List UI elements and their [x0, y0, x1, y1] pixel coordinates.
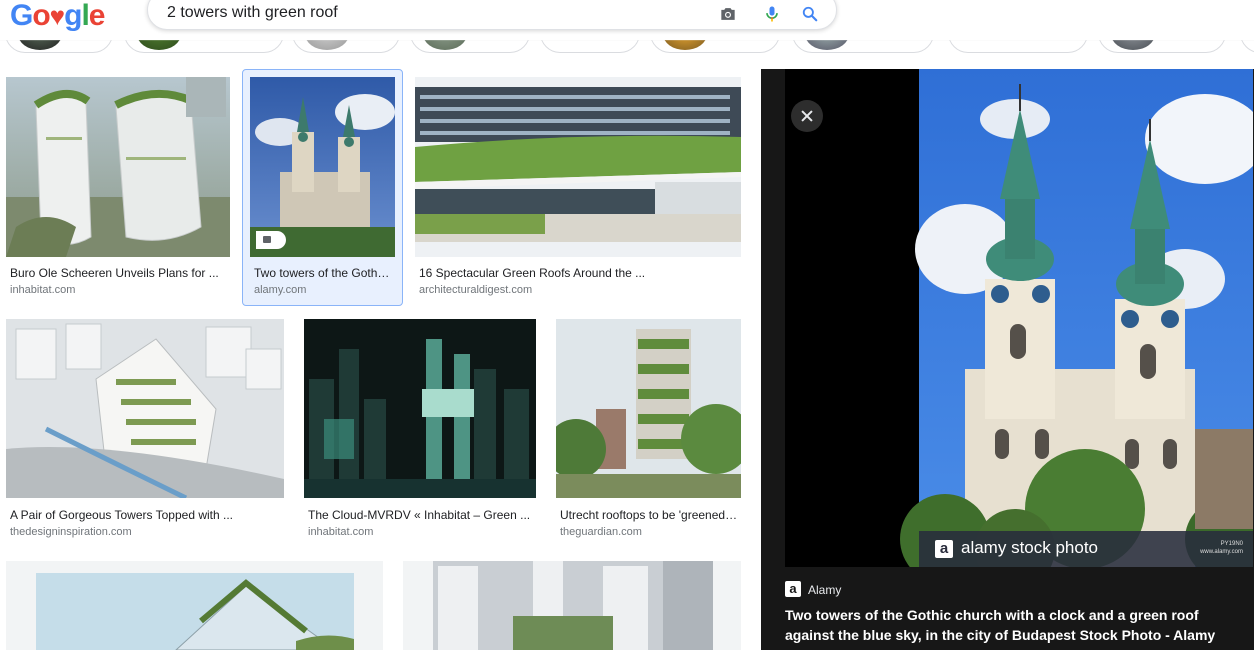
close-preview-button[interactable] [791, 100, 823, 132]
google-logo[interactable]: Go♥gle [10, 0, 106, 34]
preview-image[interactable]: a alamy stock photo PY19N0 www.alamy.com [785, 69, 1253, 567]
result-source[interactable]: alamy.com [254, 284, 306, 296]
result-title[interactable]: The Cloud-MVRDV « Inhabitat – Green ... [308, 508, 534, 522]
logo-letter: G [10, 0, 33, 32]
result-tile[interactable]: Buro Ole Scheeren Unveils Plans for ... … [6, 77, 230, 302]
result-source[interactable]: inhabitat.com [10, 284, 75, 296]
result-title[interactable]: Utrecht rooftops to be 'greened' with ..… [560, 508, 738, 522]
result-tile[interactable]: The Cloud-MVRDV « Inhabitat – Green ... … [304, 319, 536, 544]
result-image[interactable] [556, 319, 741, 498]
logo-letter: e [88, 0, 106, 32]
image-badge-icon [256, 231, 286, 249]
result-title[interactable]: A Pair of Gorgeous Towers Topped with ..… [10, 508, 250, 522]
result-source[interactable]: inhabitat.com [308, 526, 373, 538]
result-tile[interactable]: Utrecht rooftops to be 'greened' with ..… [556, 319, 741, 544]
result-image[interactable] [6, 319, 284, 498]
search-input[interactable] [167, 1, 707, 25]
heart-icon: ♥ [49, 1, 65, 31]
google-images-page: Go♥gle 2 towers with green roof Buro Ole… [0, 0, 1254, 650]
result-source[interactable]: thedesigninspiration.com [10, 526, 132, 538]
search-box [147, 0, 837, 30]
camera-icon[interactable] [718, 4, 738, 24]
result-tile[interactable] [6, 561, 383, 650]
watermark-url: www.alamy.com [1200, 549, 1243, 555]
result-title[interactable]: Buro Ole Scheeren Unveils Plans for ... [10, 266, 226, 280]
watermark-meta: PY19N0 www.alamy.com [1200, 540, 1243, 556]
result-title[interactable]: Two towers of the Gothic church with a c… [254, 266, 392, 280]
result-source[interactable]: architecturaldigest.com [419, 284, 532, 296]
result-tile[interactable]: 16 Spectacular Green Roofs Around the ..… [415, 77, 741, 302]
logo-letter: g [64, 0, 82, 32]
watermark-text: alamy stock photo [961, 538, 1099, 557]
result-source[interactable]: theguardian.com [560, 526, 642, 538]
image-preview-panel: a alamy stock photo PY19N0 www.alamy.com… [761, 69, 1254, 650]
result-image[interactable] [415, 77, 741, 257]
result-image[interactable] [6, 561, 383, 650]
result-image[interactable] [403, 561, 741, 650]
header: Go♥gle [0, 0, 1254, 40]
result-tile[interactable] [403, 561, 741, 650]
search-icon[interactable] [800, 4, 820, 24]
watermark-banner: a alamy stock photo PY19N0 www.alamy.com [919, 531, 1253, 567]
preview-source-name[interactable]: Alamy [808, 583, 841, 597]
microphone-icon[interactable] [762, 4, 782, 24]
preview-title[interactable]: Two towers of the Gothic church with a c… [785, 605, 1235, 645]
result-title[interactable]: 16 Spectacular Green Roofs Around the ..… [419, 266, 737, 280]
alamy-logo-icon: a [935, 540, 953, 558]
watermark-id: PY19N0 [1220, 541, 1243, 547]
result-image[interactable] [304, 319, 536, 498]
result-tile[interactable]: Two towers of the Gothic church with a c… [250, 77, 395, 302]
logo-letter: o [32, 0, 50, 32]
logo-letter: l [81, 0, 89, 32]
result-image[interactable] [250, 77, 395, 257]
result-image[interactable] [6, 77, 230, 257]
alamy-favicon-icon[interactable]: a [785, 581, 801, 597]
result-tile[interactable]: A Pair of Gorgeous Towers Topped with ..… [6, 319, 284, 544]
